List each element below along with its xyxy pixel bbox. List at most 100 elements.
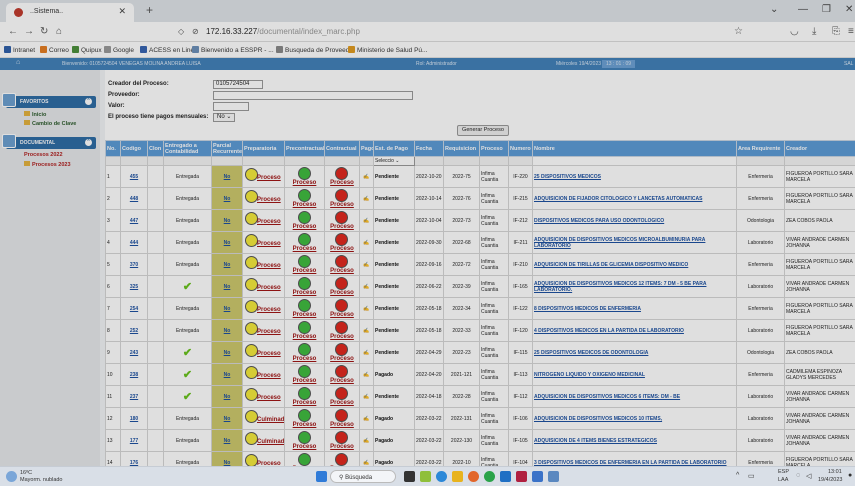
parcial-cell[interactable]: No — [211, 165, 243, 188]
nombre-link[interactable]: 4 DISPOSITIVOS MEDICOS EN LA PARTIDA DE … — [534, 328, 684, 334]
payment-icon[interactable]: ✍ — [363, 394, 369, 400]
wifi-icon[interactable]: ◌ — [796, 472, 800, 479]
precontractual-link[interactable]: Proceso — [286, 356, 324, 362]
header-requisicion[interactable]: Requisicion — [443, 140, 480, 157]
codigo-link[interactable]: 176 — [130, 460, 138, 466]
preparatoria-link[interactable]: Proceso — [257, 351, 281, 357]
language-indicator[interactable]: ESP — [778, 469, 789, 475]
payment-icon[interactable]: ✍ — [363, 350, 369, 356]
payment-icon[interactable]: ✍ — [363, 284, 369, 290]
volume-icon[interactable]: ◁ — [806, 472, 811, 480]
header-precontractual[interactable]: Precontractual — [284, 140, 325, 157]
bookmark-google[interactable]: Google — [104, 46, 134, 54]
browser-tab[interactable]: ..Sistema.. ✕ — [6, 3, 134, 22]
payment-icon[interactable]: ✍ — [363, 438, 369, 444]
valor-input[interactable] — [213, 102, 249, 111]
nombre-link[interactable]: 25 DISPOSITIVOS MEDICOS — [534, 174, 601, 180]
contractual-link[interactable]: Proceso — [326, 224, 359, 230]
contractual-link[interactable]: Proceso — [326, 290, 359, 296]
bookmark-esspr[interactable]: Bienvenido a ESSPR - ... — [192, 46, 274, 54]
sidebar-item-inicio[interactable]: Inicio — [24, 111, 46, 118]
download-icon[interactable]: ⤓ — [812, 26, 816, 37]
bookmark-star-icon[interactable]: ☆ — [734, 26, 743, 37]
minimize-icon[interactable]: — — [798, 4, 808, 15]
parcial-cell[interactable]: No — [211, 407, 243, 430]
payment-icon[interactable]: ✍ — [363, 174, 369, 180]
contractual-link[interactable]: Proceso — [326, 422, 359, 428]
codigo-link[interactable]: 447 — [130, 218, 138, 224]
sidebar-item-cambio-clave[interactable]: Cambio de Clave — [24, 120, 76, 127]
parcial-cell[interactable]: No — [211, 187, 243, 210]
header-numero[interactable]: Numero — [508, 140, 533, 157]
precontractual-link[interactable]: Proceso — [286, 312, 324, 318]
url-bar[interactable]: 172.16.33.227/documental/index_marc.php — [206, 27, 360, 36]
header-contractual[interactable]: Contractual — [324, 140, 360, 157]
payment-icon[interactable]: ✍ — [363, 416, 369, 422]
close-tab-icon[interactable]: ✕ — [118, 6, 126, 17]
header-fecha[interactable]: Fecha — [414, 140, 444, 157]
favoritos-panel-header[interactable]: FAVORITOS ⌃ — [2, 93, 96, 108]
preparatoria-link[interactable]: Proceso — [257, 373, 281, 379]
header-pagos[interactable]: Pagos — [359, 140, 374, 157]
app-home-icon[interactable]: ⌂ — [16, 59, 20, 66]
precontractual-link[interactable]: Proceso — [286, 224, 324, 230]
codigo-link[interactable]: 180 — [130, 416, 138, 422]
codigo-link[interactable]: 252 — [130, 328, 138, 334]
precontractual-link[interactable]: Proceso — [286, 246, 324, 252]
bookmark-proveedores[interactable]: Busqueda de Proveed... — [276, 46, 355, 54]
nombre-link[interactable]: ADQUISICION DE 4 ITEMS BIENES ESTRATEGIC… — [534, 438, 657, 444]
precontractual-link[interactable]: Proceso — [286, 334, 324, 340]
parcial-cell[interactable]: No — [211, 319, 243, 342]
bookmark-acess[interactable]: ACESS en Linea — [140, 46, 198, 54]
preparatoria-link[interactable]: Proceso — [257, 307, 281, 313]
contractual-link[interactable]: Proceso — [326, 444, 359, 450]
proveedor-input[interactable] — [213, 91, 413, 100]
tray-chevron-icon[interactable]: ^ — [736, 472, 739, 479]
lock-icon[interactable]: ⊘ — [192, 27, 199, 36]
preparatoria-link[interactable]: Culminado — [257, 417, 284, 423]
contractual-link[interactable]: Proceso — [326, 246, 359, 252]
parcial-cell[interactable]: No — [211, 209, 243, 232]
network-icon[interactable]: ▭ — [748, 472, 755, 480]
close-window-icon[interactable]: ✕ — [845, 4, 853, 15]
codigo-link[interactable]: 370 — [130, 262, 138, 268]
preparatoria-link[interactable]: Proceso — [257, 219, 281, 225]
precontractual-link[interactable]: Proceso — [286, 378, 324, 384]
taskbar-search[interactable]: ⚲ Búsqueda — [330, 470, 396, 483]
bookmark-quipux[interactable]: Quipux — [72, 46, 102, 54]
bookmark-correo[interactable]: Correo — [40, 46, 69, 54]
payment-icon[interactable]: ✍ — [363, 218, 369, 224]
codigo-link[interactable]: 444 — [130, 240, 138, 246]
header-no[interactable]: No. — [105, 140, 121, 157]
payment-icon[interactable]: ✍ — [363, 460, 369, 466]
widgets-icon[interactable] — [420, 471, 431, 482]
menu-icon[interactable]: ≡ — [848, 26, 854, 37]
pocket-icon[interactable]: ◡ — [790, 26, 799, 37]
exit-link[interactable]: SAL — [844, 61, 853, 67]
header-area[interactable]: Area Requirente — [736, 140, 785, 157]
header-codigo[interactable]: Codigo — [120, 140, 148, 157]
nombre-link[interactable]: 3 DISPOSITIVOS MEDICOS DE ENFERMERIA EN … — [534, 460, 727, 466]
parcial-cell[interactable]: No — [211, 297, 243, 320]
nombre-link[interactable]: 25 DISPOSITIVOS MEDICOS DE ODONTOLOGIA — [534, 350, 648, 356]
precontractual-link[interactable]: Proceso — [286, 444, 324, 450]
codigo-link[interactable]: 237 — [130, 394, 138, 400]
parcial-cell[interactable]: No — [211, 429, 243, 452]
preparatoria-link[interactable]: Proceso — [257, 395, 281, 401]
nombre-link[interactable]: ADQUISICION DE DISPOSITIVOS MEDICOS 10 I… — [534, 416, 662, 422]
contractual-link[interactable]: Proceso — [326, 356, 359, 362]
collapse-icon[interactable]: ⌃ — [85, 98, 92, 105]
payment-icon[interactable]: ✍ — [363, 240, 369, 246]
back-icon[interactable]: ← — [8, 26, 18, 37]
extensions-icon[interactable]: ⎘ — [832, 26, 840, 37]
parcial-cell[interactable]: No — [211, 275, 243, 298]
weather-icon[interactable] — [6, 471, 17, 482]
start-icon[interactable] — [316, 471, 327, 482]
tab-list-chevron-icon[interactable]: ⌄ — [770, 4, 778, 15]
nombre-link[interactable]: NITROGENO LIQUIDO Y OXIGENO MEDICINAL — [534, 372, 645, 378]
nombre-link[interactable]: DISPOSITIVOS MEDICOS PARA USO ODONTOLOGI… — [534, 218, 664, 224]
acrobat-icon[interactable] — [516, 471, 527, 482]
payment-icon[interactable]: ✍ — [363, 328, 369, 334]
header-proceso[interactable]: Proceso — [479, 140, 509, 157]
generar-proceso-button[interactable]: Generar Proceso — [457, 125, 509, 136]
